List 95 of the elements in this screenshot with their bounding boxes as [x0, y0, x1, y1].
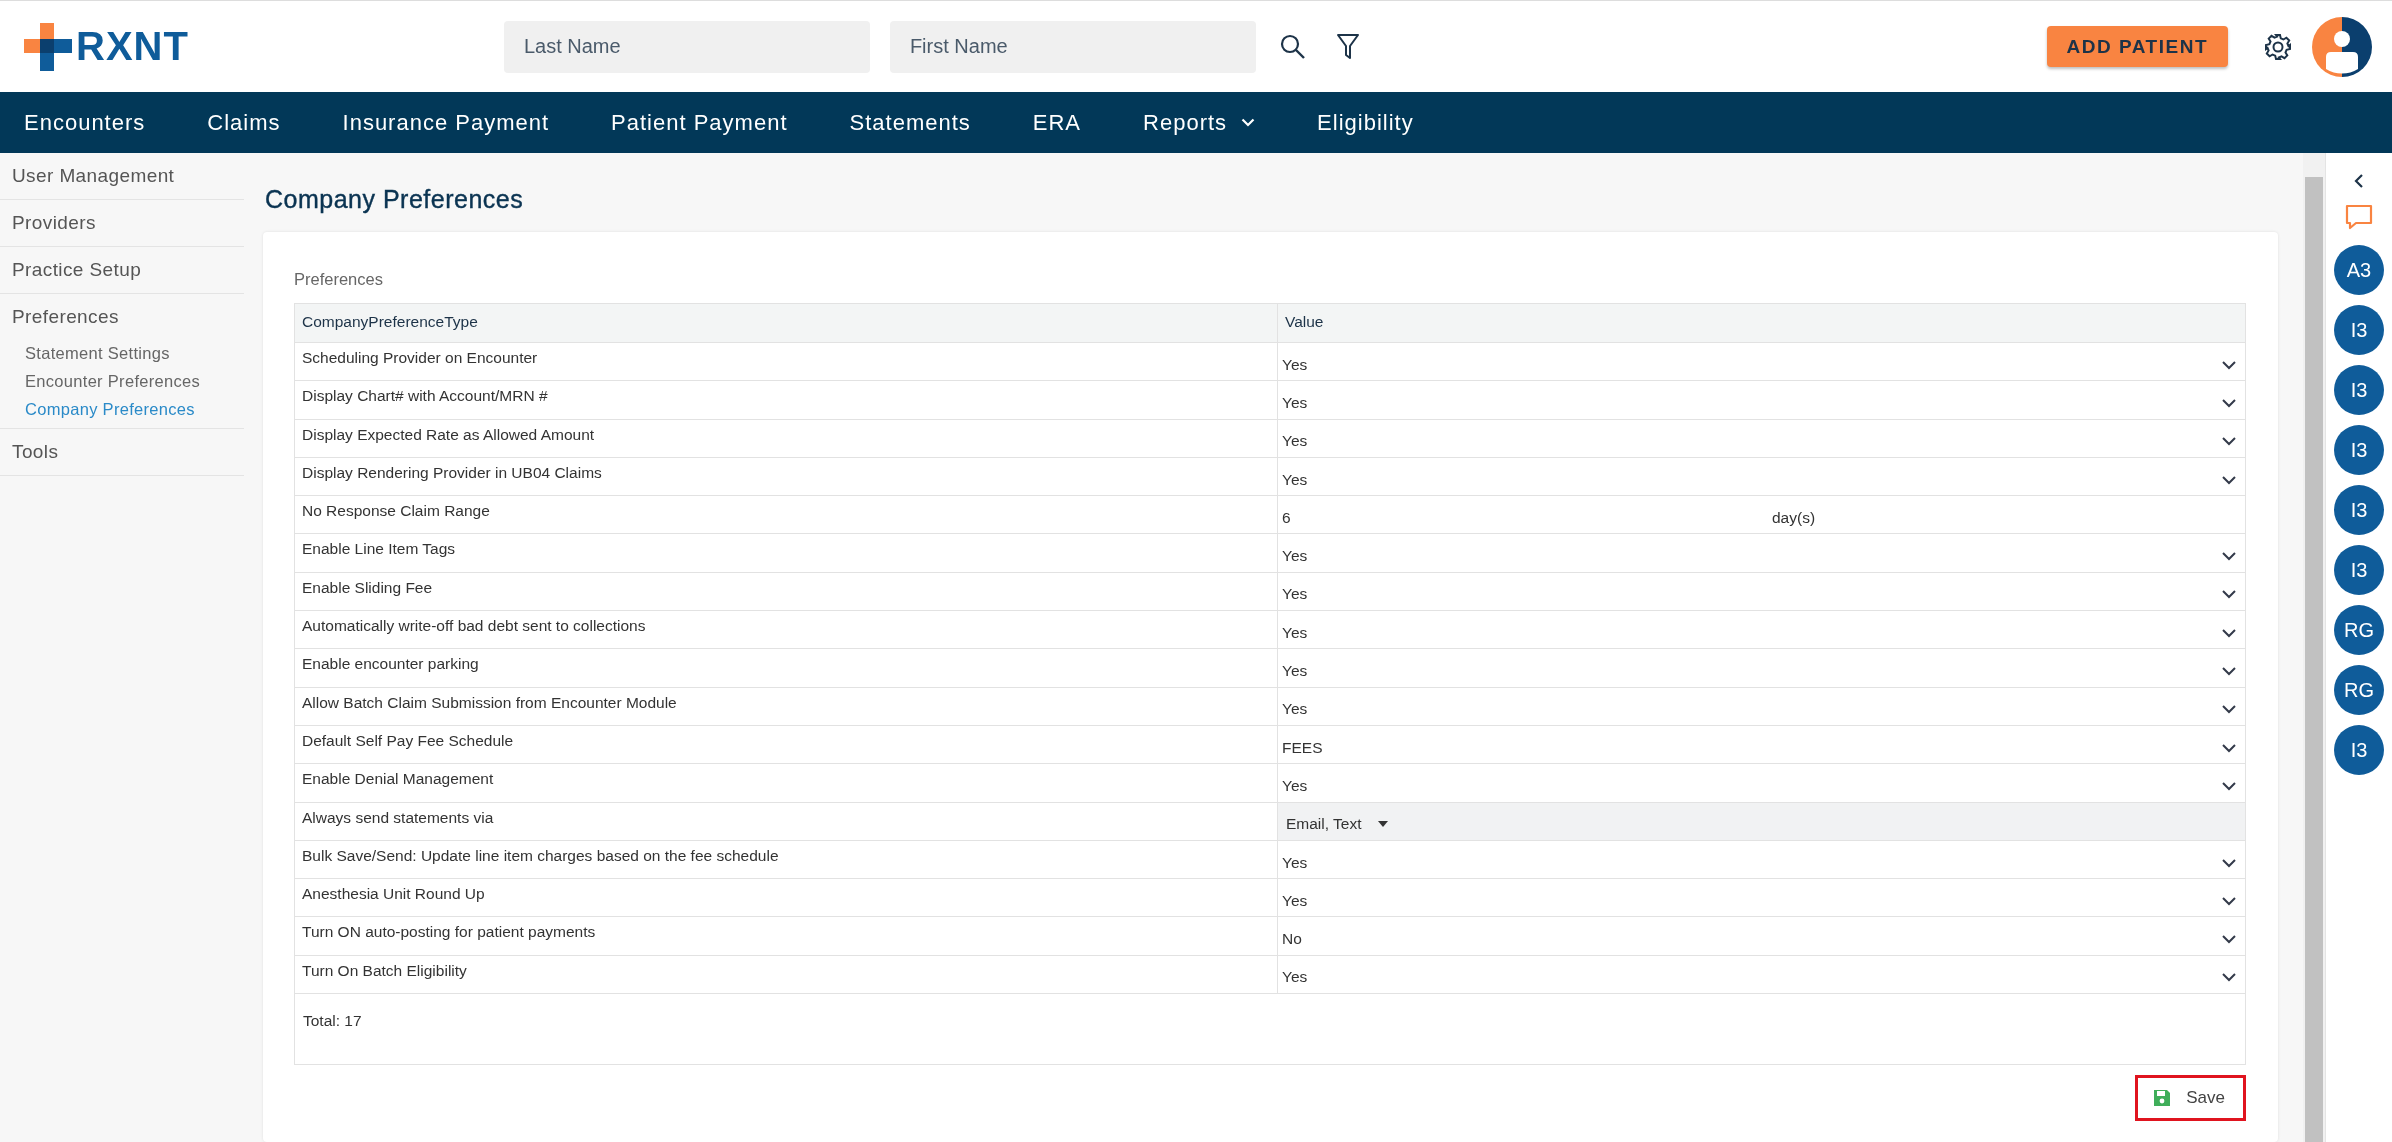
- chevron-down-icon: [2221, 895, 2237, 906]
- chevron-down-icon: [1241, 118, 1256, 127]
- chevron-down-icon: [2221, 934, 2237, 945]
- chevron-down-icon: [2221, 704, 2237, 715]
- chevron-down-icon: [2221, 551, 2237, 562]
- user-initials-avatar[interactable]: RG: [2334, 605, 2384, 655]
- sidebar-item[interactable]: Tools: [0, 429, 244, 476]
- column-header: CompanyPreferenceType: [301, 312, 479, 332]
- search-icon[interactable]: [1279, 33, 1306, 60]
- logo-text: RXNT: [76, 24, 189, 69]
- chevron-down-icon: [2221, 589, 2237, 600]
- value-select[interactable]: Yes: [1277, 381, 2245, 419]
- section-label: Preferences: [294, 270, 384, 289]
- total-count: Total: 17: [303, 1012, 362, 1030]
- value-select[interactable]: Yes: [1277, 687, 2245, 725]
- reports-menu[interactable]: Reports: [1143, 109, 1256, 136]
- chevron-down-icon: [2221, 857, 2237, 868]
- value-select[interactable]: Yes: [1277, 534, 2245, 572]
- cross-logo-icon: [24, 22, 72, 71]
- user-avatar-icon[interactable]: [2312, 16, 2372, 77]
- table-cell-text: Bulk Save/Send: Update line item charges based on the fee schedule: [301, 845, 780, 866]
- caret-down-icon: [1377, 821, 1388, 828]
- table-cell-text: Default Self Pay Fee Schedule: [301, 730, 515, 751]
- nav-link[interactable]: Insurance Payment: [342, 109, 550, 136]
- nav-link[interactable]: Patient Payment: [611, 109, 788, 136]
- table-cell-text: Turn On Batch Eligibility: [301, 960, 468, 981]
- nav-link[interactable]: Statements: [849, 109, 971, 136]
- chevron-down-icon: [2221, 780, 2237, 791]
- chevron-down-icon: [2221, 474, 2237, 485]
- user-initials-avatar[interactable]: I3: [2334, 305, 2384, 355]
- user-initials-avatar[interactable]: I3: [2334, 545, 2384, 595]
- sidebar-subitem[interactable]: Statement Settings: [0, 340, 244, 368]
- table-cell-text: Automatically write-off bad debt sent to collections: [301, 616, 647, 637]
- chevron-left-icon[interactable]: [2354, 173, 2364, 189]
- table-cell-text: Display Chart# with Account/MRN #: [301, 386, 549, 407]
- save-button[interactable]: Save: [2135, 1075, 2246, 1122]
- user-initials-avatar[interactable]: I3: [2334, 725, 2384, 775]
- value-select[interactable]: Yes: [1277, 343, 2245, 381]
- value-select[interactable]: FEES: [1277, 725, 2245, 764]
- chevron-down-icon: [2221, 972, 2237, 983]
- value-select[interactable]: Yes: [1277, 611, 2245, 649]
- settings-icon[interactable]: [2264, 32, 2292, 61]
- value-select[interactable]: Yes: [1277, 764, 2245, 802]
- last-name-field[interactable]: Last Name: [503, 20, 870, 73]
- value-select[interactable]: Yes: [1277, 879, 2245, 917]
- chevron-down-icon: [2221, 666, 2237, 676]
- value-select[interactable]: Yes: [1277, 840, 2245, 879]
- nav-link[interactable]: Encounters: [24, 109, 146, 136]
- table-cell-text: Enable Line Item Tags: [301, 539, 457, 560]
- table-cell-text: Display Rendering Provider in UB04 Claims: [301, 462, 603, 483]
- sidebar-item[interactable]: Preferences: [0, 294, 244, 340]
- sidebar-item[interactable]: Providers: [0, 200, 244, 247]
- unit-label: day(s): [1772, 508, 1817, 527]
- value-select[interactable]: Yes: [1277, 955, 2245, 994]
- table-cell-text: Scheduling Provider on Encounter: [301, 348, 539, 368]
- table-cell-text: Enable Sliding Fee: [301, 577, 434, 598]
- sidebar-item[interactable]: User Management: [0, 153, 244, 200]
- value-select[interactable]: Yes: [1277, 419, 2245, 457]
- page-title: Company Preferences: [265, 185, 525, 214]
- save-icon: [2152, 1088, 2173, 1109]
- user-initials-avatar[interactable]: A3: [2334, 245, 2384, 295]
- table-cell-text: Always send statements via: [301, 807, 495, 828]
- table-cell-text: Display Expected Rate as Allowed Amount: [301, 424, 596, 445]
- sidebar-subitem[interactable]: Company Preferences: [0, 396, 244, 424]
- add-patient-button[interactable]: ADD PATIENT: [2046, 26, 2228, 67]
- user-initials-avatar[interactable]: I3: [2334, 425, 2384, 475]
- chevron-down-icon: [2221, 397, 2237, 408]
- number-field[interactable]: 6: [1282, 508, 1772, 527]
- chevron-down-icon: [2221, 742, 2237, 753]
- nav-link[interactable]: Eligibility: [1317, 109, 1414, 136]
- value-select[interactable]: No: [1277, 917, 2245, 955]
- value-select[interactable]: Yes: [1277, 457, 2245, 496]
- filter-icon[interactable]: [1335, 32, 1360, 61]
- chevron-down-icon: [2221, 627, 2237, 638]
- user-initials-avatar[interactable]: I3: [2334, 485, 2384, 535]
- table-cell-text: No Response Claim Range: [301, 501, 491, 522]
- table-cell-text: Allow Batch Claim Submission from Encounter Module: [301, 692, 678, 713]
- sidebar-subitem[interactable]: Encounter Preferences: [0, 368, 244, 396]
- first-name-field[interactable]: First Name: [889, 20, 1256, 73]
- table-cell-text: Enable encounter parking: [301, 654, 480, 675]
- chevron-down-icon: [2221, 436, 2237, 447]
- chevron-down-icon: [2221, 359, 2237, 370]
- table-cell-text: Enable Denial Management: [301, 769, 495, 790]
- multi-select[interactable]: Email, Text: [1277, 802, 2245, 840]
- table-cell-text: Anesthesia Unit Round Up: [301, 884, 486, 905]
- user-initials-avatar[interactable]: RG: [2334, 665, 2384, 715]
- user-initials-avatar[interactable]: I3: [2334, 365, 2384, 415]
- nav-link[interactable]: ERA: [1032, 109, 1082, 136]
- scrollbar[interactable]: [2305, 177, 2323, 1142]
- value-select[interactable]: Yes: [1277, 649, 2245, 687]
- sidebar-item[interactable]: Practice Setup: [0, 247, 244, 294]
- column-header: Value: [1277, 304, 2245, 342]
- value-select[interactable]: Yes: [1277, 572, 2245, 611]
- nav-link[interactable]: Claims: [207, 109, 281, 136]
- table-cell-text: Turn ON auto-posting for patient payments: [301, 922, 597, 943]
